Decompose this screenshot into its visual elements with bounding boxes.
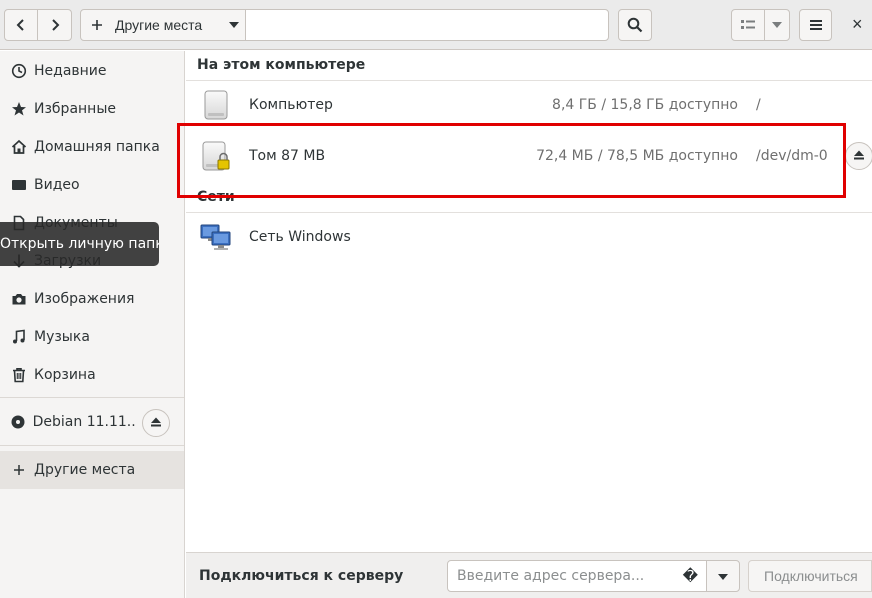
trash-icon — [10, 366, 28, 384]
list-view-icon — [741, 19, 755, 31]
camera-icon — [10, 290, 28, 308]
help-icon[interactable]: � — [683, 567, 698, 585]
other-locations-view: На этом компьютере Компьютер 8,4 ГБ / 15… — [186, 51, 872, 551]
eject-debian-button[interactable] — [142, 409, 170, 437]
caret-down-icon — [771, 21, 783, 29]
sidebar-item-starred[interactable]: Избранные — [0, 90, 184, 128]
encrypted-drive-icon — [200, 140, 232, 172]
sidebar: Недавние Избранные Домашняя папка Видео … — [0, 51, 185, 598]
search-button[interactable] — [618, 9, 652, 41]
plus-icon — [10, 461, 28, 479]
location-mount: / — [756, 97, 761, 113]
sidebar-item-label: Другие места — [34, 462, 136, 478]
sidebar-item-debian-disc[interactable]: Debian 11.11.... — [0, 403, 136, 441]
eject-icon — [150, 416, 162, 431]
star-icon — [10, 100, 28, 118]
header-bar: Другие места × — [0, 0, 872, 50]
sidebar-item-videos[interactable]: Видео — [0, 166, 184, 204]
eject-icon — [853, 149, 865, 164]
sidebar-item-label: Корзина — [34, 367, 96, 383]
menu-button[interactable] — [799, 9, 832, 41]
server-address-field[interactable]: � — [447, 560, 707, 592]
path-bar[interactable] — [245, 9, 609, 41]
caret-down-icon — [228, 21, 240, 29]
plus-icon — [91, 19, 103, 31]
network-computers-icon — [200, 221, 232, 253]
location-mount: /dev/dm-0 — [756, 148, 828, 164]
caret-down-icon — [717, 569, 729, 584]
sidebar-separator — [0, 397, 184, 398]
sidebar-item-label: Недавние — [34, 63, 107, 79]
recent-servers-button[interactable] — [706, 560, 740, 592]
sidebar-item-trash[interactable]: Корзина — [0, 356, 184, 394]
clock-icon — [10, 62, 28, 80]
sidebar-separator — [0, 445, 184, 446]
tooltip: Открыть личную папку — [0, 222, 159, 266]
location-name: Сеть Windows — [249, 229, 351, 245]
server-address-input[interactable] — [457, 568, 672, 584]
location-row-computer[interactable]: Компьютер 8,4 ГБ / 15,8 ГБ доступно / — [186, 81, 872, 129]
chevron-right-icon — [49, 18, 61, 32]
location-row-volume[interactable]: Том 87 MB 72,4 МБ / 78,5 МБ доступно /de… — [186, 131, 872, 181]
sidebar-item-music[interactable]: Музыка — [0, 318, 184, 356]
location-row-windows-network[interactable]: Сеть Windows — [186, 213, 872, 261]
location-label: Другие места — [115, 17, 203, 33]
home-icon — [10, 138, 28, 156]
sidebar-item-label: Домашняя папка — [34, 139, 160, 155]
location-space: 8,4 ГБ / 15,8 ГБ доступно — [552, 97, 738, 113]
sidebar-item-label: Изображения — [34, 291, 135, 307]
close-window-button[interactable]: × — [852, 14, 863, 35]
back-button[interactable] — [4, 9, 38, 41]
sidebar-item-other-locations[interactable]: Другие места — [0, 451, 184, 489]
view-mode-button[interactable] — [731, 9, 765, 41]
sidebar-item-label: Избранные — [34, 101, 116, 117]
sidebar-item-pictures[interactable]: Изображения — [0, 280, 184, 318]
sidebar-item-home[interactable]: Домашняя папка — [0, 128, 184, 166]
connect-button[interactable]: Подключиться — [748, 560, 872, 592]
hamburger-icon — [809, 19, 823, 31]
search-icon — [627, 17, 643, 33]
location-name: Компьютер — [249, 97, 333, 113]
section-title-this-computer: На этом компьютере — [197, 57, 366, 73]
location-button[interactable]: Другие места — [80, 9, 246, 41]
music-icon — [10, 328, 28, 346]
eject-volume-button[interactable] — [845, 142, 872, 170]
location-name: Том 87 MB — [249, 148, 326, 164]
location-space: 72,4 МБ / 78,5 МБ доступно — [536, 148, 738, 164]
connect-to-server-bar: Подключиться к серверу � Подключиться — [186, 552, 872, 598]
forward-button[interactable] — [37, 9, 72, 41]
sidebar-item-recent[interactable]: Недавние — [0, 52, 184, 90]
sidebar-item-label: Debian 11.11.... — [32, 414, 136, 430]
view-options-button[interactable] — [764, 9, 790, 41]
sidebar-item-label: Видео — [34, 177, 80, 193]
section-title-networks: Сети — [197, 189, 235, 205]
sidebar-item-label: Музыка — [34, 329, 90, 345]
video-icon — [10, 176, 28, 194]
chevron-left-icon — [15, 18, 27, 32]
disc-icon — [10, 413, 27, 431]
connect-to-server-label: Подключиться к серверу — [199, 568, 404, 584]
hard-drive-icon — [200, 89, 232, 121]
